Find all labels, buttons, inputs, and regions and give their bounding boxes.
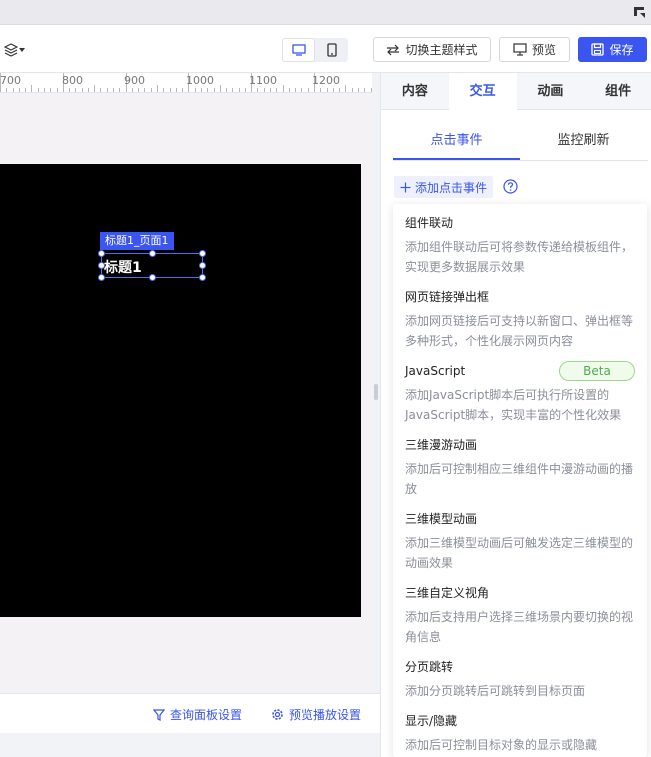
option-description: 添加组件联动后可将参数传递给模板组件，实现更多数据展示效果 xyxy=(405,240,634,274)
switch-theme-label: 切换主题样式 xyxy=(405,43,478,57)
preview-monitor-icon xyxy=(513,43,527,56)
event-option-web-link-popup[interactable]: 网页链接弹出框 添加网页链接后可支持以新窗口、弹出框等多种形式，个性化展示网页内… xyxy=(405,287,635,351)
beta-badge: Beta xyxy=(559,361,635,381)
resize-handle[interactable] xyxy=(149,274,156,281)
add-click-event-button[interactable]: 添加点击事件 xyxy=(394,176,494,198)
event-option-3d-model-animation[interactable]: 三维模型动画 添加三维模型动画后可触发选定三维模型的动画效果 xyxy=(405,509,635,573)
title-component-text: 标题1 xyxy=(104,260,142,276)
dashboard-screen[interactable]: 标题1_页面1 标题1 xyxy=(0,164,361,617)
save-button[interactable]: 保存 xyxy=(578,37,647,62)
device-switch xyxy=(282,38,348,62)
tab-component[interactable]: 组件 xyxy=(584,73,651,110)
preview-button[interactable]: 预览 xyxy=(499,37,570,62)
help-icon[interactable] xyxy=(503,179,518,194)
option-description: 添加后支持用户选择三维场景内要切换的视角信息 xyxy=(405,610,634,644)
query-panel-settings-label: 查询面板设置 xyxy=(170,708,243,722)
caret-down-icon xyxy=(19,48,25,52)
panel-splitter-handle[interactable] xyxy=(374,384,378,400)
option-description: 添加网页链接后可支持以新窗口、弹出框等多种形式，个性化展示网页内容 xyxy=(405,314,634,348)
collapse-corner-icon[interactable] xyxy=(633,5,647,19)
event-option-3d-custom-view[interactable]: 三维自定义视角 添加后支持用户选择三维场景内要切换的视角信息 xyxy=(405,583,635,647)
filter-icon xyxy=(153,708,165,721)
subtab-click-events[interactable]: 点击事件 xyxy=(393,127,520,160)
window-top-bar xyxy=(0,0,651,25)
mobile-view-button[interactable] xyxy=(315,38,348,62)
ruler-label: 1000 xyxy=(186,74,214,87)
event-option-page-jump[interactable]: 分页跳转 添加分页跳转后可跳转到目标页面 xyxy=(405,657,635,701)
event-option-3d-roaming-animation[interactable]: 三维漫游动画 添加后可控制相应三维组件中漫游动画的播放 xyxy=(405,435,635,499)
option-description: 添加后可控制相应三维组件中漫游动画的播放 xyxy=(405,462,634,496)
phone-icon xyxy=(326,43,337,57)
option-title: 三维模型动画 xyxy=(405,512,478,526)
playback-settings-link[interactable]: 预览播放设置 xyxy=(271,706,361,723)
option-title-row: JavaScript Beta xyxy=(405,361,635,381)
horizontal-ruler: 700 800 900 1000 1100 1200 xyxy=(0,73,372,93)
event-type-dropdown: 组件联动 添加组件联动后可将参数传递给模板组件，实现更多数据展示效果 网页链接弹… xyxy=(393,204,647,757)
resize-handle[interactable] xyxy=(98,274,105,281)
switch-theme-button[interactable]: 切换主题样式 xyxy=(373,37,491,62)
save-label: 保存 xyxy=(609,43,634,57)
ruler-label: 800 xyxy=(62,74,83,87)
resize-handle[interactable] xyxy=(98,262,105,269)
option-title: 分页跳转 xyxy=(405,660,454,674)
resize-handle[interactable] xyxy=(98,250,105,257)
ruler-label: 1100 xyxy=(249,74,277,87)
option-description: 添加分页跳转后可跳转到目标页面 xyxy=(405,684,586,698)
selected-component-tag: 标题1_页面1 xyxy=(100,232,174,250)
ruler-label: 900 xyxy=(124,74,145,87)
swap-arrows-icon xyxy=(387,44,400,55)
bottom-strip xyxy=(0,733,380,757)
preview-label: 预览 xyxy=(531,43,556,57)
playback-settings-label: 预览播放设置 xyxy=(289,708,362,722)
option-description: 添加JavaScript脚本后可执行所设置的JavaScript脚本，实现丰富的… xyxy=(405,388,622,422)
add-click-event-label: 添加点击事件 xyxy=(415,180,488,195)
option-title: 三维自定义视角 xyxy=(405,586,490,600)
resize-handle[interactable] xyxy=(199,274,206,281)
option-description: 添加三维模型动画后可触发选定三维模型的动画效果 xyxy=(405,536,634,570)
query-panel-settings-link[interactable]: 查询面板设置 xyxy=(153,706,242,723)
properties-panel: 内容 交互 动画 组件 点击事件 监控刷新 添加点击事件 组件联动 添加组件联动… xyxy=(380,73,651,757)
option-description: 添加后可控制目标对象的显示或隐藏 xyxy=(405,738,598,752)
plus-icon xyxy=(400,182,411,192)
canvas-bottom-bar: 查询面板设置 预览播放设置 xyxy=(0,693,380,733)
event-option-component-linkage[interactable]: 组件联动 添加组件联动后可将参数传递给模板组件，实现更多数据展示效果 xyxy=(405,213,635,277)
selected-title-component[interactable]: 标题1 xyxy=(98,250,206,281)
option-title: JavaScript xyxy=(405,364,466,378)
option-title: 组件联动 xyxy=(405,216,454,230)
option-title: 三维漫游动画 xyxy=(405,438,478,452)
option-title: 网页链接弹出框 xyxy=(405,290,490,304)
gear-icon xyxy=(272,709,283,720)
interaction-subtabs: 点击事件 监控刷新 xyxy=(393,127,648,161)
resize-handle[interactable] xyxy=(199,262,206,269)
tab-content[interactable]: 内容 xyxy=(381,73,449,110)
editor-canvas[interactable]: 标题1_页面1 标题1 xyxy=(0,93,372,693)
resize-handle[interactable] xyxy=(149,250,156,257)
event-option-show-hide[interactable]: 显示/隐藏 添加后可控制目标对象的显示或隐藏 xyxy=(405,711,635,755)
panel-tabs: 内容 交互 动画 组件 xyxy=(381,73,651,110)
tab-animation[interactable]: 动画 xyxy=(517,73,585,110)
event-option-javascript[interactable]: JavaScript Beta 添加JavaScript脚本后可执行所设置的Ja… xyxy=(405,361,635,425)
resize-handle[interactable] xyxy=(199,250,206,257)
tab-interaction[interactable]: 交互 xyxy=(448,73,517,110)
save-icon xyxy=(591,43,605,56)
subtab-monitor-refresh[interactable]: 监控刷新 xyxy=(520,127,647,160)
editor-toolbar: 切换主题样式 预览 保存 xyxy=(0,25,651,73)
option-title: 显示/隐藏 xyxy=(405,714,458,728)
layers-icon xyxy=(4,43,18,57)
ruler-label: 1200 xyxy=(312,74,340,87)
layers-dropdown-button[interactable] xyxy=(4,41,28,59)
ruler-label: 700 xyxy=(0,74,21,87)
desktop-view-button[interactable] xyxy=(282,38,315,62)
monitor-icon xyxy=(291,44,306,56)
